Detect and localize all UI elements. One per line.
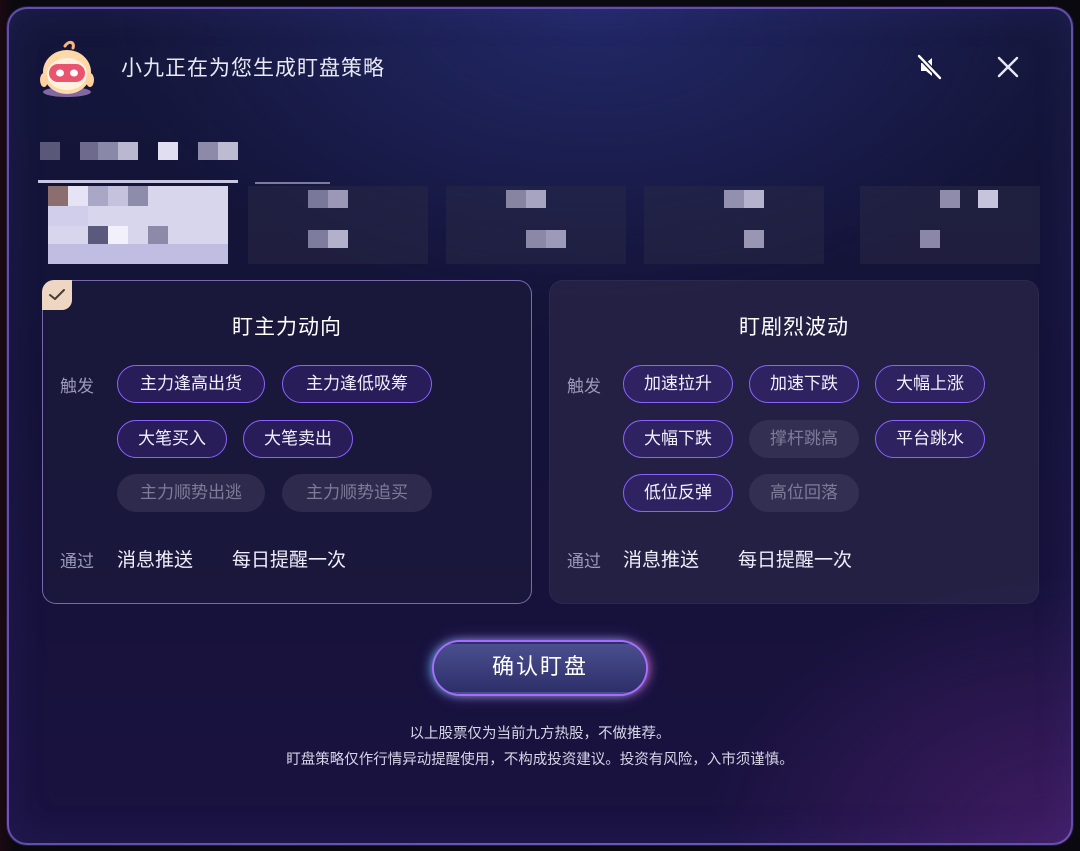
strategy-card-main-force[interactable]: 盯主力动向 触发 主力逢高出货 主力逢低吸筹 大笔买入 大笔卖出 主力顺势出逃 … [42,280,532,604]
trigger-chip[interactable]: 主力顺势追买 [282,474,432,512]
strategy-title: 盯主力动向 [232,315,342,339]
trigger-chip[interactable]: 加速拉升 [623,365,733,403]
selected-check-icon [42,280,72,310]
trigger-chip[interactable]: 主力逢低吸筹 [282,365,432,403]
reminder-frequency: 每日提醒一次 [232,549,347,571]
stock-tabs-blurred[interactable] [30,130,330,184]
stock-card[interactable] [48,186,228,264]
disclaimer-line-2: 盯盘策略仅作行情异动提醒使用，不构成投资建议。投资有风险，入市须谨慎。 [286,752,794,768]
stock-card[interactable] [446,186,626,264]
speaker-muted-icon[interactable] [915,52,945,82]
trigger-chip[interactable]: 平台跳水 [875,420,985,458]
trigger-label: 触发 [60,377,94,397]
trigger-chip[interactable]: 低位反弹 [623,474,733,512]
reminder-frequency: 每日提醒一次 [738,549,853,571]
via-label: 通过 [567,552,601,572]
stock-card[interactable] [860,186,1040,264]
trigger-chip[interactable]: 加速下跌 [749,365,859,403]
trigger-chip[interactable]: 主力逢高出货 [117,365,265,403]
via-label: 通过 [60,552,94,572]
stock-list-blurred [40,180,1040,270]
mascot-avatar-icon [40,40,94,97]
trigger-chip[interactable]: 撑杆跳高 [749,420,859,458]
stock-card[interactable] [644,186,824,264]
strategy-title: 盯剧烈波动 [739,315,849,339]
disclaimer-line-1: 以上股票仅为当前九方热股，不做推荐。 [409,726,671,742]
trigger-chip[interactable]: 主力顺势出逃 [117,474,265,512]
dialog-header: 小九正在为您生成盯盘策略 [35,38,1035,102]
trigger-chip[interactable]: 大笔买入 [117,420,227,458]
trigger-chip[interactable]: 大笔卖出 [243,420,353,458]
via-method: 消息推送 [623,549,700,571]
via-method: 消息推送 [117,549,194,571]
trigger-chip[interactable]: 大幅上涨 [875,365,985,403]
trigger-label: 触发 [567,377,601,397]
trigger-chip[interactable]: 高位回落 [749,474,859,512]
dialog-title: 小九正在为您生成盯盘策略 [121,56,385,80]
confirm-watch-button[interactable]: 确认盯盘 [434,642,646,694]
trigger-chip[interactable]: 大幅下跌 [623,420,733,458]
close-icon[interactable] [993,52,1023,82]
strategy-card-volatility[interactable]: 盯剧烈波动 触发 加速拉升 加速下跌 大幅上涨 大幅下跌 撑杆跳高 平台跳水 低… [549,280,1039,604]
stock-card[interactable] [248,186,428,264]
